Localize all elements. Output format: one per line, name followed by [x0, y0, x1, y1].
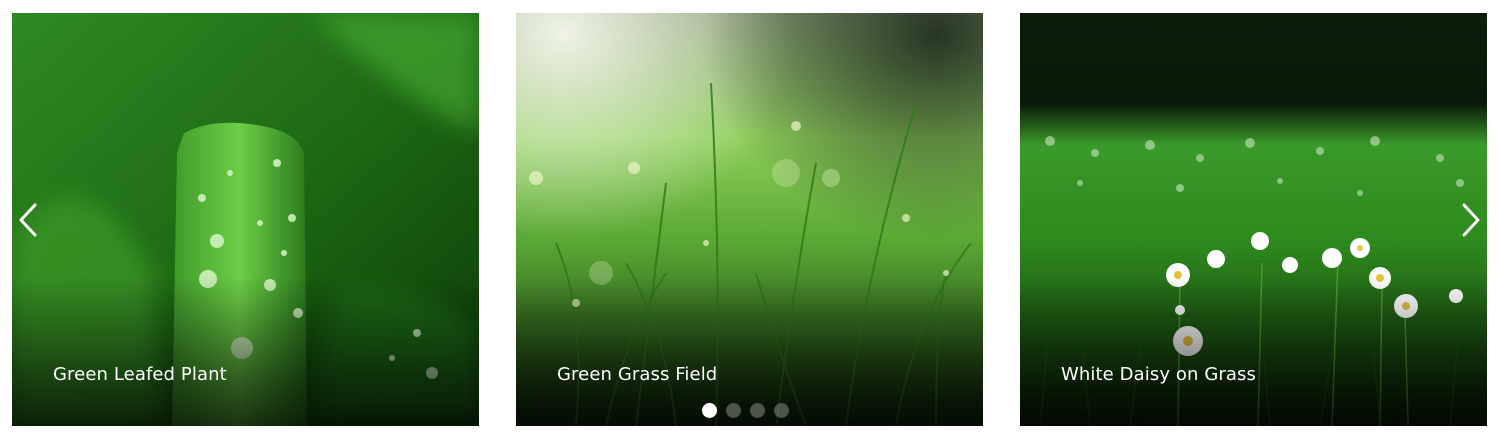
carousel-slide[interactable]: Green Leafed Plant — [12, 13, 479, 426]
pagination-dot-1[interactable] — [702, 403, 717, 418]
pagination-dot-2[interactable] — [726, 403, 741, 418]
slide-caption: White Daisy on Grass — [1061, 364, 1256, 385]
caption-gradient — [12, 276, 479, 426]
chevron-right-icon — [1462, 203, 1480, 237]
carousel-slide[interactable]: Green Grass Field — [516, 13, 983, 426]
slide-caption: Green Leafed Plant — [53, 364, 227, 385]
next-slide-button[interactable] — [1452, 196, 1488, 244]
pagination-dot-4[interactable] — [774, 403, 789, 418]
image-carousel: Green Leafed Plant Green Grass Field Whi… — [0, 0, 1500, 440]
caption-gradient — [1020, 276, 1487, 426]
previous-slide-button[interactable] — [11, 196, 47, 244]
slide-caption: Green Grass Field — [557, 364, 718, 385]
carousel-slide[interactable]: White Daisy on Grass — [1020, 13, 1487, 426]
chevron-left-icon — [19, 203, 37, 237]
carousel-pagination — [702, 403, 789, 418]
pagination-dot-3[interactable] — [750, 403, 765, 418]
